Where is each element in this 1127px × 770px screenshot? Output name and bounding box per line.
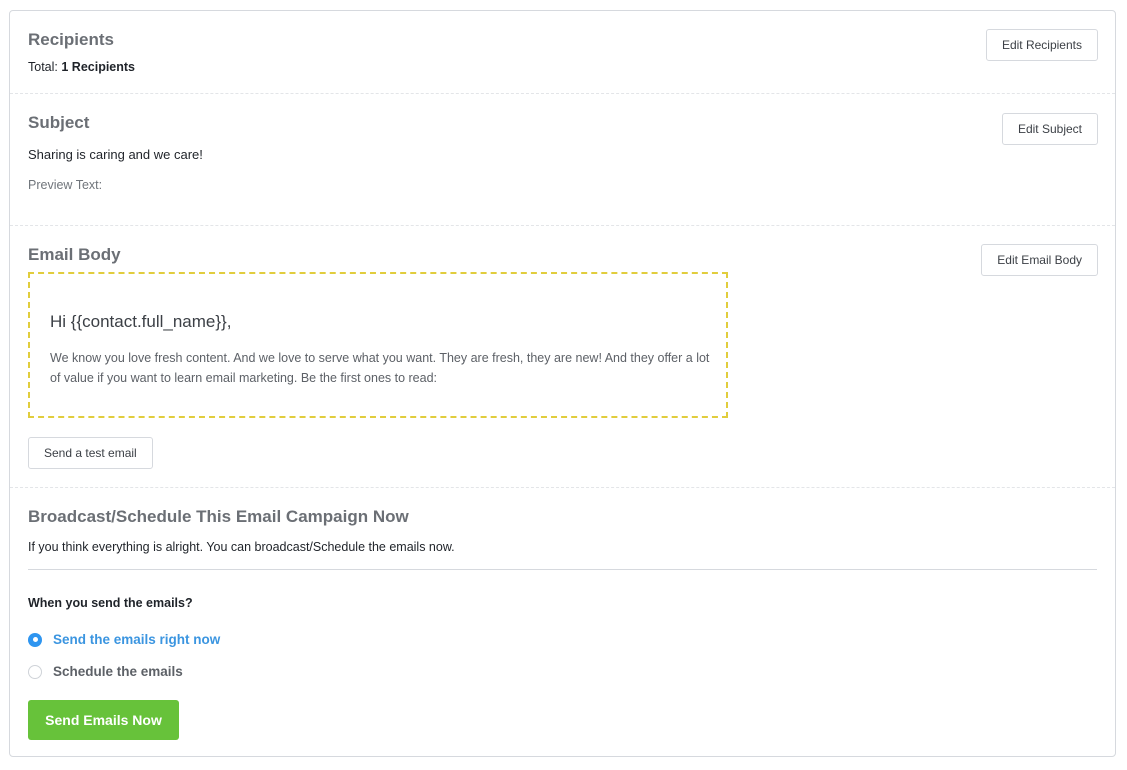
- radio-send-now-label[interactable]: Send the emails right now: [53, 632, 220, 647]
- radio-unchecked-icon[interactable]: [28, 664, 42, 679]
- preview-text-label: Preview Text:: [28, 178, 103, 192]
- email-preview[interactable]: Hi {{contact.full_name}}, We know you lo…: [28, 272, 728, 418]
- subject-value: Sharing is caring and we care!: [28, 147, 203, 162]
- edit-subject-button[interactable]: Edit Subject: [1001, 113, 1098, 145]
- recipients-section: Recipients Total: 1 Recipients Edit Reci…: [10, 11, 1115, 94]
- email-greeting: Hi {{contact.full_name}},: [50, 312, 232, 331]
- radio-send-now[interactable]: Send the emails right now: [28, 632, 220, 647]
- divider: [28, 569, 1097, 570]
- broadcast-title: Broadcast/Schedule This Email Campaign N…: [28, 507, 409, 526]
- subject-title: Subject: [28, 113, 90, 132]
- edit-recipients-button[interactable]: Edit Recipients: [985, 29, 1098, 61]
- send-emails-now-button[interactable]: Send Emails Now: [28, 700, 179, 740]
- radio-schedule[interactable]: Schedule the emails: [28, 664, 183, 679]
- broadcast-description: If you think everything is alright. You …: [28, 540, 455, 554]
- edit-email-body-button[interactable]: Edit Email Body: [981, 244, 1098, 276]
- email-body-title: Email Body: [28, 245, 121, 264]
- radio-checked-icon[interactable]: [28, 632, 42, 647]
- email-paragraph: We know you love fresh content. And we l…: [50, 351, 710, 385]
- recipients-total: Total: 1 Recipients: [28, 60, 135, 74]
- email-body-section: Email Body Edit Email Body Hi {{contact.…: [10, 226, 1115, 488]
- send-test-email-button[interactable]: Send a test email: [28, 437, 153, 469]
- send-time-question: When you send the emails?: [28, 596, 193, 610]
- radio-schedule-label[interactable]: Schedule the emails: [53, 664, 183, 679]
- campaign-review-card: Recipients Total: 1 Recipients Edit Reci…: [9, 10, 1116, 757]
- broadcast-section: Broadcast/Schedule This Email Campaign N…: [10, 488, 1115, 756]
- subject-section: Subject Sharing is caring and we care! P…: [10, 94, 1115, 226]
- recipients-title: Recipients: [28, 30, 114, 49]
- recipients-total-value: 1 Recipients: [61, 60, 136, 74]
- recipients-total-label: Total:: [28, 60, 58, 74]
